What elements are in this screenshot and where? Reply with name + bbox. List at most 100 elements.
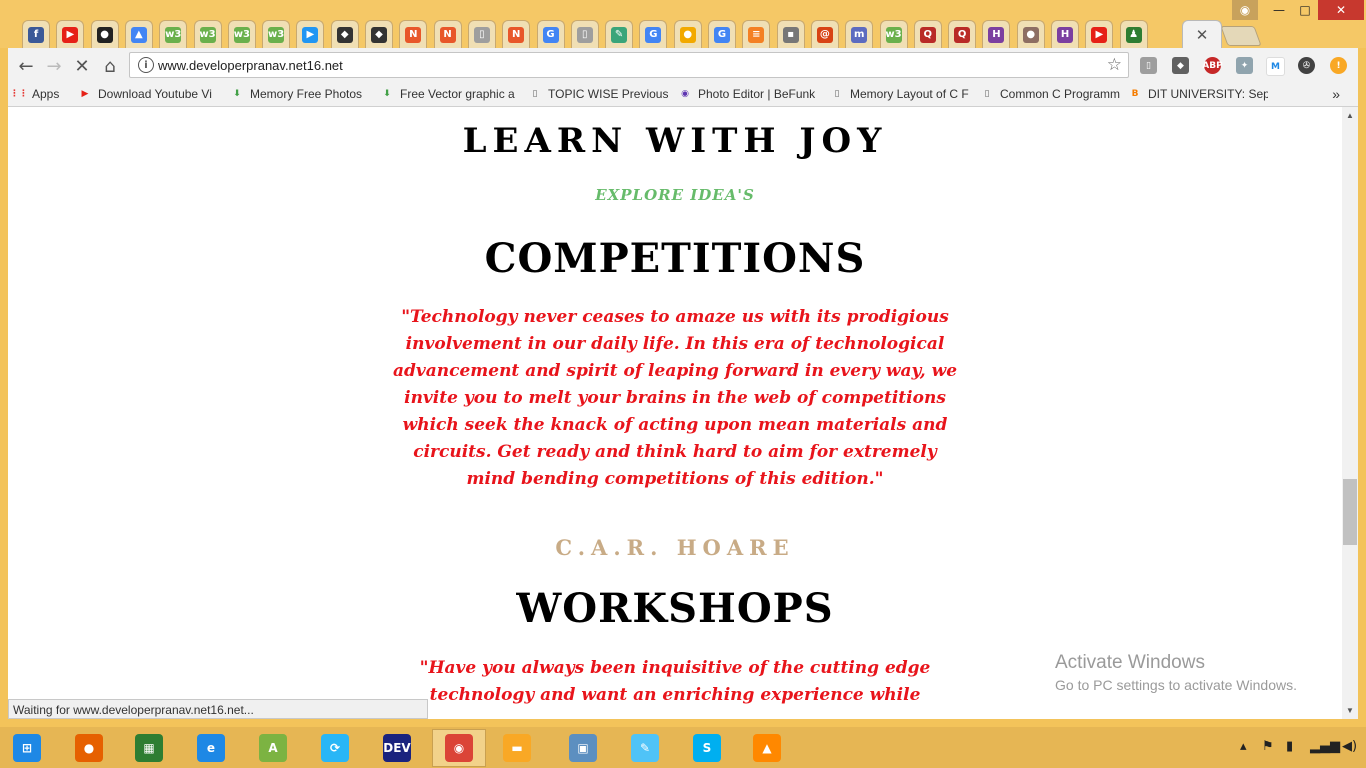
taskbar-button[interactable]: S — [680, 729, 734, 767]
browser-tab[interactable]: H — [1051, 20, 1079, 48]
browser-tab[interactable]: ● — [673, 20, 702, 48]
browser-tab[interactable]: w3 — [227, 20, 256, 48]
new-tab-button[interactable] — [1220, 26, 1262, 46]
bookmark-item[interactable]: ⋮⋮ Apps — [12, 87, 72, 101]
browser-tab[interactable]: w3 — [159, 20, 188, 48]
info-icon[interactable]: i — [138, 57, 154, 73]
bookmark-star-icon[interactable]: ☆ — [1107, 55, 1122, 75]
extension-bag-icon[interactable]: ◆ — [1172, 57, 1189, 74]
browser-tab[interactable]: ● — [90, 20, 119, 48]
maximize-button[interactable]: □ — [1292, 0, 1318, 20]
close-window-button[interactable]: ✕ — [1318, 0, 1364, 20]
bookmark-item[interactable]: ▯ Common C Programm — [980, 87, 1120, 101]
bookmark-item[interactable]: ◉ Photo Editor | BeFunk — [678, 87, 818, 101]
scroll-down-arrow-icon[interactable]: ▼ — [1346, 706, 1354, 715]
browser-tab[interactable]: ▯ — [570, 20, 599, 48]
download-arrow-icon: ⬇ — [233, 89, 241, 99]
youtube-icon: ▶ — [81, 89, 89, 99]
browser-tab[interactable]: m — [845, 20, 874, 48]
browser-tab[interactable]: f — [22, 20, 50, 48]
browser-tab[interactable]: G — [639, 20, 668, 48]
minimize-button[interactable]: — — [1266, 0, 1292, 20]
forward-button[interactable]: → — [42, 54, 66, 78]
browser-tab[interactable]: w3 — [193, 20, 222, 48]
browser-tab[interactable]: Q — [913, 20, 942, 48]
alert-icon[interactable]: ! — [1330, 57, 1347, 74]
taskbar-button[interactable]: A — [246, 729, 300, 767]
bookmark-item[interactable]: ⬇ Memory Free Photos — [230, 87, 370, 101]
bookmark-item[interactable]: ▶ Download Youtube Vi — [78, 87, 218, 101]
browser-tab[interactable]: G — [708, 20, 736, 48]
firefox-icon: ● — [75, 734, 103, 762]
taskbar-button[interactable]: ⟳ — [308, 729, 362, 767]
browser-tab[interactable]: ◆ — [330, 20, 359, 48]
browser-tab[interactable]: ● — [1016, 20, 1045, 48]
network-signal-icon[interactable]: ▂▄▆ — [1310, 739, 1340, 754]
browser-tab[interactable]: H — [982, 20, 1011, 48]
taskbar-button[interactable]: DEV — [370, 729, 424, 767]
browser-tab[interactable]: N — [433, 20, 462, 48]
page-icon: ▯ — [984, 89, 990, 99]
browser-tab[interactable]: ♟ — [1119, 20, 1148, 48]
bookmark-label: Apps — [32, 87, 60, 101]
browser-tab[interactable]: ▶ — [296, 20, 325, 48]
active-tab[interactable]: ✕ — [1182, 20, 1222, 48]
bookmark-item[interactable]: ⬇ Free Vector graphic a — [380, 87, 520, 101]
address-bar[interactable]: i www.developerpranav.net16.net ☆ — [129, 52, 1129, 78]
volume-icon[interactable]: ◀) — [1342, 739, 1357, 754]
home-button[interactable]: ⌂ — [98, 54, 122, 78]
activate-windows-title: Activate Windows — [1055, 652, 1205, 673]
browser-tab[interactable]: @ — [810, 20, 839, 48]
quora-icon: Q — [919, 26, 936, 43]
taskbar-button[interactable]: ▣ — [556, 729, 610, 767]
back-button[interactable]: ← — [14, 54, 38, 78]
browser-tab[interactable]: w3 — [879, 20, 908, 48]
film-reel-icon[interactable]: ✇ — [1298, 57, 1315, 74]
browser-tab[interactable]: w3 — [262, 20, 291, 48]
browser-tab[interactable]: ✎ — [605, 20, 634, 48]
browser-tab[interactable]: ◆ — [365, 20, 393, 48]
bookmarks-overflow-chevron-icon[interactable]: » — [1332, 86, 1340, 102]
taskbar-button[interactable]: ◉ — [432, 729, 486, 767]
battery-icon[interactable]: ▮ — [1286, 739, 1293, 754]
bookmark-item[interactable]: ▯ TOPIC WISE Previous — [528, 87, 668, 101]
browser-tab[interactable]: N — [399, 20, 428, 48]
taskbar-button[interactable]: ⊞ — [0, 729, 54, 767]
wolf-icon: ◆ — [371, 26, 387, 43]
close-tab-icon[interactable]: ✕ — [1196, 26, 1209, 44]
browser-tab[interactable]: N — [502, 20, 531, 48]
extension-icon[interactable]: ▯ — [1140, 57, 1157, 74]
browser-tab[interactable]: ≡ — [742, 20, 771, 48]
browser-tab[interactable]: Q — [948, 20, 977, 48]
taskbar-button[interactable]: ✎ — [618, 729, 672, 767]
url-text[interactable]: www.developerpranav.net16.net — [158, 58, 343, 73]
gmail-icon[interactable]: M — [1266, 57, 1285, 76]
browser-tab[interactable]: ▶ — [1085, 20, 1114, 48]
taskbar-button[interactable]: ● — [62, 729, 116, 767]
stop-loading-button[interactable]: ✕ — [70, 54, 94, 78]
adblock-icon[interactable]: ABP — [1202, 57, 1223, 74]
flag-icon[interactable]: ⚑ — [1262, 739, 1274, 754]
bookmark-item[interactable]: ▯ Memory Layout of C F — [830, 87, 970, 101]
browser-tab[interactable]: ▪ — [776, 20, 805, 48]
edit-icon: ✎ — [611, 26, 628, 43]
browser-tab[interactable]: ▶ — [56, 20, 85, 48]
taskbar-button[interactable]: ▦ — [122, 729, 176, 767]
scroll-up-arrow-icon[interactable]: ▲ — [1346, 111, 1354, 120]
m-logo-icon: m — [851, 26, 868, 43]
puzzle-extension-icon[interactable]: ✦ — [1236, 57, 1253, 74]
tray-chevron-icon[interactable]: ▴ — [1240, 739, 1247, 754]
photos-icon: ▣ — [569, 734, 597, 762]
taskbar-button[interactable]: ▲ — [740, 729, 794, 767]
vertical-scrollbar[interactable]: ▲ ▼ — [1342, 107, 1358, 719]
w3schools-icon: w3 — [199, 26, 216, 43]
taskbar-button[interactable]: e — [184, 729, 238, 767]
hackerearth-icon: H — [1057, 26, 1073, 43]
bookmark-item[interactable]: B DIT UNIVERSITY: Sept — [1128, 87, 1268, 101]
browser-tab[interactable]: ▲ — [124, 20, 153, 48]
browser-tab[interactable]: ▯ — [467, 20, 496, 48]
scrollbar-thumb[interactable] — [1343, 479, 1357, 545]
browser-tab[interactable]: G — [536, 20, 565, 48]
user-profile-icon[interactable]: ◉ — [1232, 0, 1258, 20]
taskbar-button[interactable]: ▬ — [490, 729, 544, 767]
